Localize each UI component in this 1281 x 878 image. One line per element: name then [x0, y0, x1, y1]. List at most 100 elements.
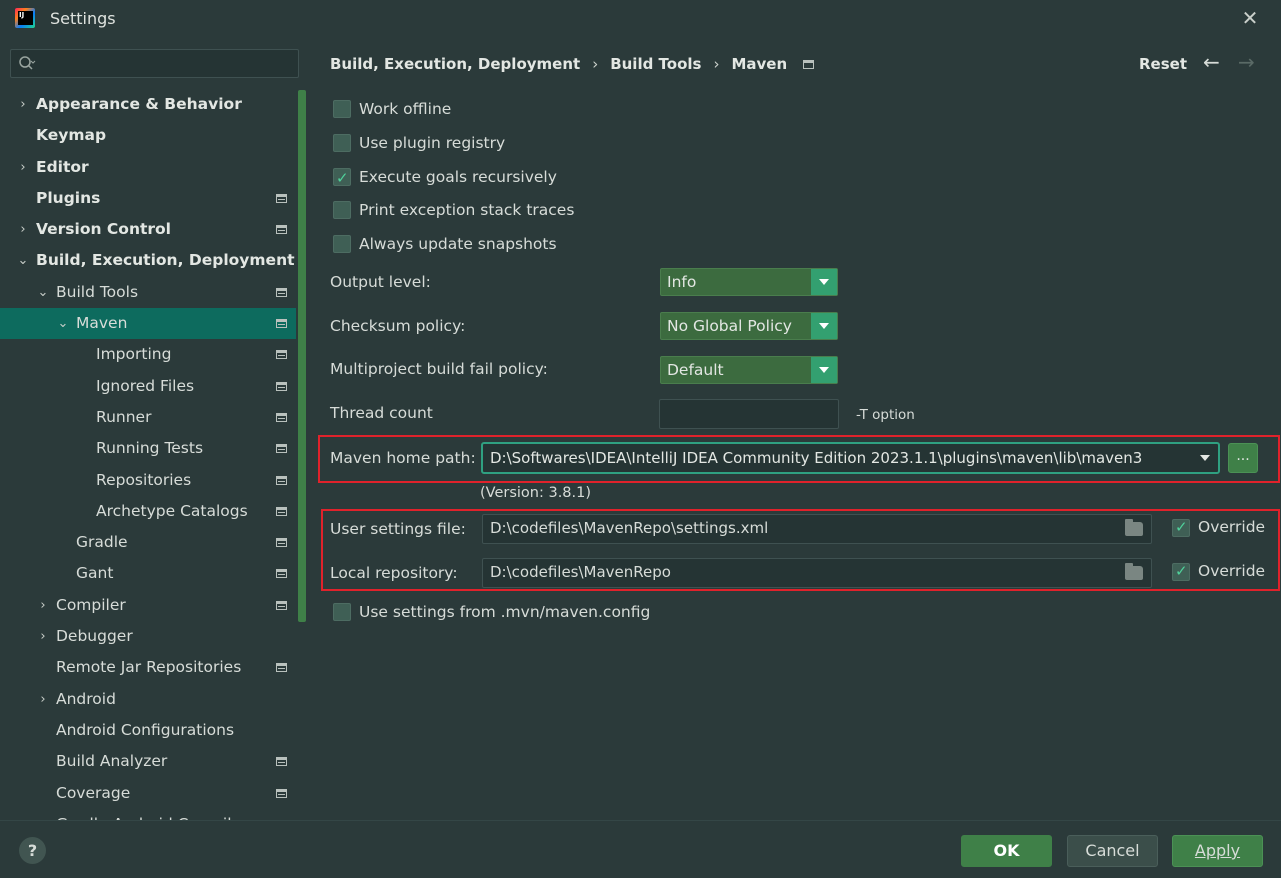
local-repository-field[interactable]: D:\codefiles\MavenRepo [482, 558, 1152, 588]
sidebar-item-remote-jar-repositories[interactable]: Remote Jar Repositories [0, 652, 296, 683]
chevron-down-icon[interactable] [1200, 455, 1210, 461]
maven-home-path-label: Maven home path: [330, 449, 476, 467]
breadcrumb-item: Maven [731, 55, 788, 73]
project-level-icon [276, 381, 287, 391]
sidebar-item-coverage[interactable]: Coverage [0, 778, 296, 809]
browse-button[interactable]: ... [1228, 443, 1258, 473]
select-value: Info [667, 273, 697, 291]
chevron-right-icon[interactable]: › [16, 89, 30, 120]
sidebar-item-version-control[interactable]: › Version Control [0, 214, 296, 245]
checkbox-box[interactable] [333, 201, 351, 219]
checkbox-box[interactable] [333, 100, 351, 118]
sidebar-item-android[interactable]: › Android [0, 684, 296, 715]
user-settings-file-value[interactable]: D:\codefiles\MavenRepo\settings.xml [490, 519, 768, 537]
sidebar-item-label: Android [56, 689, 116, 708]
folder-icon[interactable] [1125, 563, 1143, 580]
chevron-down-icon[interactable] [811, 269, 837, 295]
sidebar-item-archetype-catalogs[interactable]: Archetype Catalogs [0, 496, 296, 527]
project-level-icon [276, 788, 287, 798]
local-repository-value[interactable]: D:\codefiles\MavenRepo [490, 563, 671, 581]
maven-home-path-value[interactable]: D:\Softwares\IDEA\IntelliJ IDEA Communit… [490, 449, 1142, 467]
breadcrumb-separator: › [713, 55, 720, 73]
reset-link[interactable]: Reset [1139, 55, 1187, 73]
sidebar-item-importing[interactable]: Importing [0, 339, 296, 370]
sidebar-item-runner[interactable]: Runner [0, 402, 296, 433]
select-value: No Global Policy [667, 317, 792, 335]
chevron-down-icon[interactable]: ⌄ [36, 277, 50, 308]
thread-count-input[interactable] [659, 399, 839, 429]
sidebar-item-gant[interactable]: Gant [0, 558, 296, 589]
breadcrumb: Build, Execution, Deployment › Build Tools… [330, 55, 815, 73]
checkbox-label: Work offline [359, 100, 452, 118]
checksum-policy-select[interactable]: No Global Policy [660, 312, 838, 340]
sidebar-item-build-analyzer[interactable]: Build Analyzer [0, 746, 296, 777]
intellij-app-icon [15, 8, 35, 28]
multiproject-fail-policy-select[interactable]: Default [660, 356, 838, 384]
sidebar-item-repositories[interactable]: Repositories [0, 465, 296, 496]
maven-version-label: (Version: 3.8.1) [480, 485, 592, 501]
sidebar-item-gradle-android-compiler[interactable]: Gradle-Android Compiler [0, 809, 296, 820]
forward-arrow-icon[interactable]: → [1238, 50, 1255, 74]
maven-settings-panel: Build, Execution, Deployment › Build Tools… [308, 36, 1281, 820]
sidebar-item-build-execution-deployment[interactable]: ⌄ Build, Execution, Deployment [0, 245, 296, 276]
sidebar-scrollbar[interactable] [298, 90, 306, 622]
checkbox-box[interactable] [333, 235, 351, 253]
sidebar-item-label: Gradle [76, 533, 128, 552]
sidebar-item-plugins[interactable]: Plugins [0, 183, 296, 214]
chevron-right-icon[interactable]: › [36, 684, 50, 715]
output-level-select[interactable]: Info [660, 268, 838, 296]
checkbox-box-checked[interactable] [1172, 562, 1190, 581]
override-label: Override [1198, 562, 1266, 580]
breadcrumb-item: Build, Execution, Deployment [330, 55, 581, 73]
sidebar-item-label: Runner [96, 407, 152, 426]
user-settings-file-field[interactable]: D:\codefiles\MavenRepo\settings.xml [482, 514, 1152, 544]
output-level-label: Output level: [330, 273, 431, 291]
maven-home-path-combo[interactable]: D:\Softwares\IDEA\IntelliJ IDEA Communit… [481, 442, 1220, 474]
settings-tree: › Appearance & Behavior Keymap › Editor Plugi… [0, 89, 296, 820]
project-level-icon [276, 319, 287, 329]
project-level-icon [276, 475, 287, 485]
sidebar-item-running-tests[interactable]: Running Tests [0, 433, 296, 464]
sidebar-item-label: Remote Jar Repositories [56, 658, 242, 677]
project-level-icon [276, 757, 287, 767]
settings-search-input[interactable] [43, 53, 293, 75]
checkbox-box-checked[interactable] [1172, 518, 1190, 537]
sidebar-item-label: Gradle-Android Compiler [56, 809, 247, 820]
chevron-down-icon[interactable] [811, 357, 837, 383]
sidebar-item-build-tools[interactable]: ⌄ Build Tools [0, 277, 296, 308]
help-icon[interactable]: ? [19, 837, 46, 864]
sidebar-item-keymap[interactable]: Keymap [0, 120, 296, 151]
chevron-down-icon[interactable] [811, 313, 837, 339]
sidebar-item-gradle[interactable]: Gradle [0, 527, 296, 558]
sidebar-item-label: Build Tools [56, 282, 139, 301]
sidebar-item-ignored-files[interactable]: Ignored Files [0, 371, 296, 402]
back-arrow-icon[interactable]: ← [1203, 50, 1220, 74]
cancel-button[interactable]: Cancel [1067, 835, 1158, 867]
checkbox-box-checked[interactable] [333, 167, 351, 189]
folder-icon[interactable] [1125, 519, 1143, 536]
sidebar-item-compiler[interactable]: › Compiler [0, 590, 296, 621]
chevron-down-icon[interactable]: ⌄ [16, 245, 30, 276]
checkbox-box[interactable] [333, 603, 351, 621]
project-level-icon [276, 600, 287, 610]
checkbox-box[interactable] [333, 134, 351, 152]
project-level-icon [803, 60, 815, 69]
sidebar-item-maven[interactable]: ⌄ Maven [0, 308, 296, 340]
sidebar-item-android-configurations[interactable]: Android Configurations [0, 715, 296, 746]
chevron-down-icon[interactable]: ⌄ [56, 308, 70, 339]
apply-button[interactable]: Apply [1172, 835, 1263, 867]
chevron-right-icon[interactable]: › [16, 152, 30, 183]
close-icon[interactable]: ✕ [1240, 8, 1260, 28]
dialog-footer: ? OK Cancel Apply [0, 820, 1281, 878]
chevron-right-icon[interactable]: › [36, 590, 50, 621]
settings-search-box[interactable] [10, 49, 299, 78]
sidebar-item-editor[interactable]: › Editor [0, 152, 296, 183]
chevron-right-icon[interactable]: › [36, 621, 50, 652]
breadcrumb-separator: › [592, 55, 599, 73]
chevron-right-icon[interactable]: › [16, 214, 30, 245]
sidebar-item-appearance-behavior[interactable]: › Appearance & Behavior [0, 89, 296, 120]
select-value: Default [667, 361, 724, 379]
ok-button[interactable]: OK [961, 835, 1052, 867]
sidebar-item-debugger[interactable]: › Debugger [0, 621, 296, 652]
sidebar-item-label: Version Control [36, 220, 171, 239]
